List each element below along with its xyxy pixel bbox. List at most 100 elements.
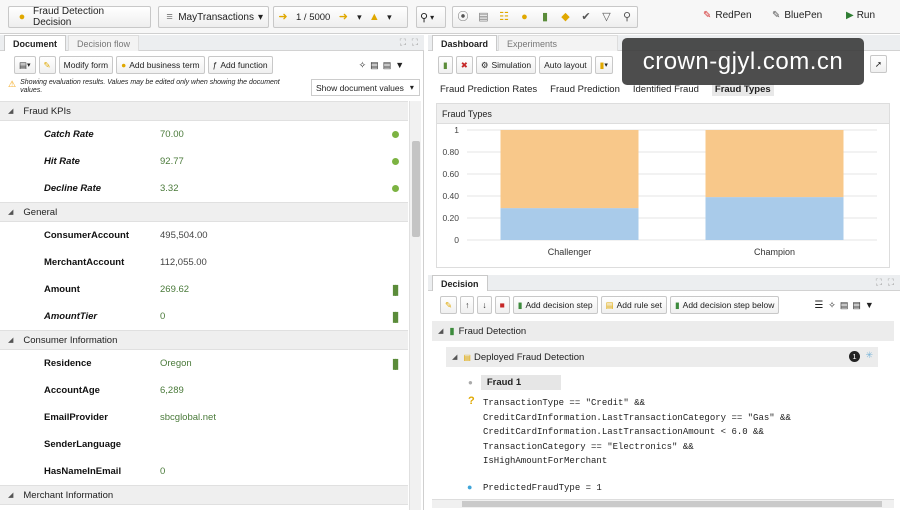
pin-icon[interactable]: ✧ [359, 60, 367, 71]
field-value[interactable]: 495,504.00 [160, 230, 345, 241]
field-value[interactable]: 3.32 [160, 183, 345, 194]
dataset-select[interactable]: ≡ MayTransactions ▾ [158, 6, 269, 28]
collapse-triangle-icon[interactable]: ◢ [8, 336, 13, 344]
restore-icon[interactable]: ⛶ [888, 277, 894, 288]
section-header[interactable]: ◢ Consumer Information [0, 330, 408, 350]
add-decision-step-button[interactable]: ▮ Add decision step [512, 296, 598, 314]
dropdown-icon[interactable]: ▾ [352, 9, 366, 25]
pencil-icon: ✎ [43, 59, 51, 70]
list-view-icon[interactable]: ☰ [814, 300, 823, 311]
decision-scrollbar[interactable] [432, 499, 894, 508]
bluepen-button[interactable]: ✎ BluePen [772, 10, 822, 21]
star-icon[interactable]: ✳ [865, 350, 873, 361]
tree-node-fraud-detection[interactable]: ◢ ▮ Fraud Detection [432, 321, 894, 341]
field-value[interactable]: 0 [160, 311, 345, 322]
maximize-icon[interactable]: ⛶ [400, 37, 406, 48]
expand-button[interactable]: ➚ [869, 55, 887, 73]
delete-step-button[interactable]: ■ [494, 296, 510, 314]
edit-button[interactable]: ✎ [38, 56, 56, 74]
info-icon[interactable]: ⦿ [455, 9, 471, 25]
field-value[interactable]: 6,289 [160, 385, 345, 396]
redpen-button[interactable]: ✎ RedPen [703, 10, 752, 21]
tab-dashboard[interactable]: Dashboard [432, 35, 498, 51]
form-menu-button[interactable]: ▤ ▾ [14, 56, 36, 74]
auto-layout-button[interactable]: Auto layout [539, 56, 592, 74]
dataset-name: MayTransactions [178, 11, 254, 23]
table-icon[interactable]: ▤ [476, 9, 492, 25]
field-value[interactable]: 112,055.00 [160, 257, 345, 268]
add-rule-set-button[interactable]: ▤ Add rule set [600, 296, 667, 314]
field-value[interactable]: 269.62 [160, 284, 345, 295]
add-decision-step-below-button[interactable]: ▮ Add decision step below [669, 296, 780, 314]
collapse-triangle-icon[interactable]: ◢ [8, 491, 13, 499]
bulb-icon[interactable]: ● [517, 9, 533, 25]
rules-icon[interactable]: ◆ [558, 9, 574, 25]
decision-scrollbar-thumb[interactable] [462, 501, 882, 507]
add-chart-button[interactable]: ▮ ▾ [594, 56, 613, 74]
field-value[interactable]: 0 [160, 466, 345, 477]
edit-step-button[interactable]: ✎ [440, 296, 458, 314]
copy-icon[interactable]: ▤ [840, 300, 849, 311]
restore-icon[interactable]: ⛶ [412, 37, 418, 48]
decision-title-button[interactable]: ● Fraud Detection Decision [8, 6, 151, 28]
cup-icon[interactable]: ☷ [496, 9, 512, 25]
bar-chart-icon[interactable]: ▐▌ [390, 359, 402, 369]
move-up-button[interactable]: ↑ [460, 296, 475, 314]
filter-icon[interactable]: ▼ [865, 300, 874, 310]
field-value[interactable]: sbcglobal.net [160, 412, 345, 423]
delete-button[interactable]: ✖ [455, 56, 473, 74]
subtab-fraud-prediction[interactable]: Fraud Prediction [550, 84, 620, 95]
decision-step-icon: ▮ [449, 325, 455, 337]
scrollbar[interactable] [409, 101, 421, 510]
zoom-menu[interactable]: ⚲ ▾ [416, 6, 446, 28]
collapse-triangle-icon[interactable]: ◢ [438, 327, 443, 335]
run-button[interactable]: ▶ Run [846, 10, 875, 21]
tab-decision[interactable]: Decision [432, 275, 488, 291]
collapse-triangle-icon[interactable]: ◢ [452, 353, 457, 361]
filter-icon[interactable]: ▼ [395, 60, 404, 70]
rule-action[interactable]: PredictedFraudType = 1 [483, 483, 602, 493]
prev-arrow-icon[interactable]: ➜ [274, 9, 292, 25]
chart-button[interactable]: ▮ [438, 56, 453, 74]
collapse-triangle-icon[interactable]: ◢ [8, 107, 13, 115]
modify-form-button[interactable]: Modify form [58, 56, 114, 74]
field-value[interactable]: Oregon [160, 358, 345, 369]
scrollbar-thumb[interactable] [412, 141, 420, 237]
tab-document[interactable]: Document [4, 35, 67, 51]
bar-chart-icon[interactable]: ▐▌ [390, 285, 402, 295]
rule-condition[interactable]: TransactionType == "Credit" && CreditCard… [483, 396, 883, 469]
move-down-button[interactable]: ↓ [477, 296, 492, 314]
tree-node-deployed[interactable]: ◢ ▤ Deployed Fraud Detection 1 ✳ [446, 347, 878, 367]
dropdown-icon-2[interactable]: ▾ [382, 9, 396, 25]
copy-icon[interactable]: ▤ [370, 60, 379, 71]
pen-check-icon[interactable]: ✔ [578, 9, 594, 25]
maximize-icon[interactable]: ⛶ [876, 277, 882, 288]
subtab-identified-fraud[interactable]: Identified Fraud [633, 84, 699, 95]
rule-fraud-1[interactable]: ● Fraud 1 [462, 373, 878, 391]
view-icon[interactable]: ▤ [852, 300, 861, 311]
bar-chart-icon[interactable]: ▮ [537, 9, 553, 25]
add-business-term-button[interactable]: ● Add business term [116, 56, 205, 74]
subtab-fraud-prediction-rates[interactable]: Fraud Prediction Rates [440, 84, 537, 95]
section-header[interactable]: ◢ General [0, 202, 408, 222]
collapse-triangle-icon[interactable]: ◢ [8, 208, 13, 216]
search-icon[interactable]: ⚲ [619, 9, 635, 25]
section-header[interactable]: ◢ Fraud KPIs [0, 101, 408, 121]
show-values-select[interactable]: Show document values ▾ [311, 79, 420, 96]
field-value[interactable]: 70.00 [160, 129, 345, 140]
term-icon: ● [121, 60, 127, 70]
next-arrow-icon[interactable]: ➜ [334, 9, 352, 25]
pin-icon[interactable]: ✧ [828, 300, 836, 311]
section-header[interactable]: ◢ Merchant Information [0, 485, 408, 505]
view-icon[interactable]: ▤ [383, 60, 392, 71]
filter-icon[interactable]: ▽ [599, 9, 615, 25]
bar-chart-icon[interactable]: ▐▌ [390, 312, 402, 322]
tab-decision-flow[interactable]: Decision flow [68, 35, 140, 51]
export-icon[interactable]: ▲ [366, 9, 382, 25]
form-field-row: HasNameInEmail 0 [0, 458, 408, 485]
simulation-button[interactable]: ⚙ Simulation [475, 56, 537, 74]
add-function-button[interactable]: ƒ Add function [207, 56, 273, 74]
field-value[interactable]: 92.77 [160, 156, 345, 167]
tab-experiments[interactable]: Experiments [498, 35, 618, 51]
chevron-down-icon: ▾ [257, 11, 263, 23]
